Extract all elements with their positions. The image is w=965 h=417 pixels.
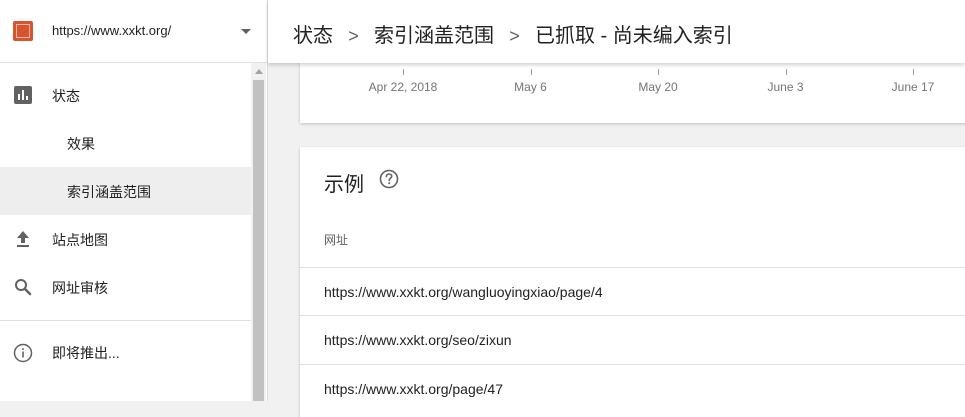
x-axis-tick-label: June 3 (767, 80, 804, 94)
info-icon (13, 343, 33, 363)
x-axis-tick (530, 69, 532, 75)
sidebar-item-label: 站点地图 (52, 232, 108, 248)
bar-chart-icon (14, 86, 32, 104)
table-row[interactable]: https://www.xxkt.org/wangluoyingxiao/pag… (300, 267, 965, 315)
sidebar: https://www.xxkt.org/ 状态 效果 索引涵盖范围 站点地图 … (0, 0, 268, 401)
scrollbar-thumb[interactable] (253, 80, 264, 401)
x-axis-tick (913, 69, 914, 75)
sidebar-item-label: 即将推出... (52, 345, 120, 361)
sidebar-item-label: 索引涵盖范围 (67, 184, 151, 200)
x-axis-tick (658, 69, 659, 75)
sidebar-item-label: 状态 (52, 88, 80, 104)
sidebar-item-label: 网址审核 (52, 280, 108, 296)
url-cell: https://www.xxkt.org/seo/zixun (324, 332, 512, 348)
table-row[interactable]: https://www.xxkt.org/page/47 (300, 364, 965, 412)
property-selector[interactable]: https://www.xxkt.org/ (0, 0, 267, 63)
help-icon[interactable] (379, 169, 399, 189)
property-url: https://www.xxkt.org/ (52, 23, 172, 38)
upload-icon (17, 231, 29, 247)
sidebar-item-label: 效果 (67, 136, 95, 152)
site-logo (13, 21, 33, 41)
search-icon (15, 279, 32, 296)
x-axis-tick (403, 69, 404, 75)
url-cell: https://www.xxkt.org/wangluoyingxiao/pag… (324, 284, 603, 300)
breadcrumb-item-current: 已抓取 - 尚未编入索引 (535, 25, 733, 47)
sidebar-item-url-inspection[interactable]: 网址审核 (0, 263, 251, 311)
table-row[interactable]: https://www.xxkt.org/seo/zixun (300, 315, 965, 363)
x-axis-tick-label: May 6 (514, 80, 547, 94)
examples-card: 示例 网址 https://www.xxkt.org/wangluoyingxi… (300, 147, 965, 417)
x-axis-tick-label: Apr 22, 2018 (368, 80, 438, 94)
chevron-right-icon: > (509, 26, 520, 46)
sidebar-item-status[interactable]: 状态 (0, 71, 251, 119)
url-cell: https://www.xxkt.org/page/47 (324, 381, 503, 397)
x-axis-tick-label: May 20 (638, 80, 678, 94)
breadcrumb-item-index-coverage[interactable]: 索引涵盖范围 (374, 25, 494, 47)
sidebar-scrollbar[interactable] (251, 63, 266, 401)
sidebar-divider (0, 320, 251, 321)
page-header: 状态 > 索引涵盖范围 > 已抓取 - 尚未编入索引 (268, 0, 965, 63)
x-axis-tick (785, 69, 787, 75)
breadcrumb-item-status[interactable]: 状态 (293, 25, 333, 47)
breadcrumb: 状态 > 索引涵盖范围 > 已抓取 - 尚未编入索引 (293, 19, 733, 48)
column-header-url[interactable]: 网址 (324, 231, 348, 248)
sidebar-item-performance[interactable]: 效果 (0, 119, 251, 167)
sidebar-item-index-coverage[interactable]: 索引涵盖范围 (0, 167, 251, 215)
chevron-right-icon: > (348, 26, 359, 46)
x-axis-tick-label: June 17 (891, 80, 935, 94)
scroll-up-icon[interactable] (255, 69, 263, 74)
chevron-down-icon[interactable] (241, 29, 251, 34)
examples-title: 示例 (324, 174, 364, 196)
sidebar-item-sitemaps[interactable]: 站点地图 (0, 215, 251, 263)
sidebar-item-coming-soon[interactable]: 即将推出... (0, 328, 251, 376)
